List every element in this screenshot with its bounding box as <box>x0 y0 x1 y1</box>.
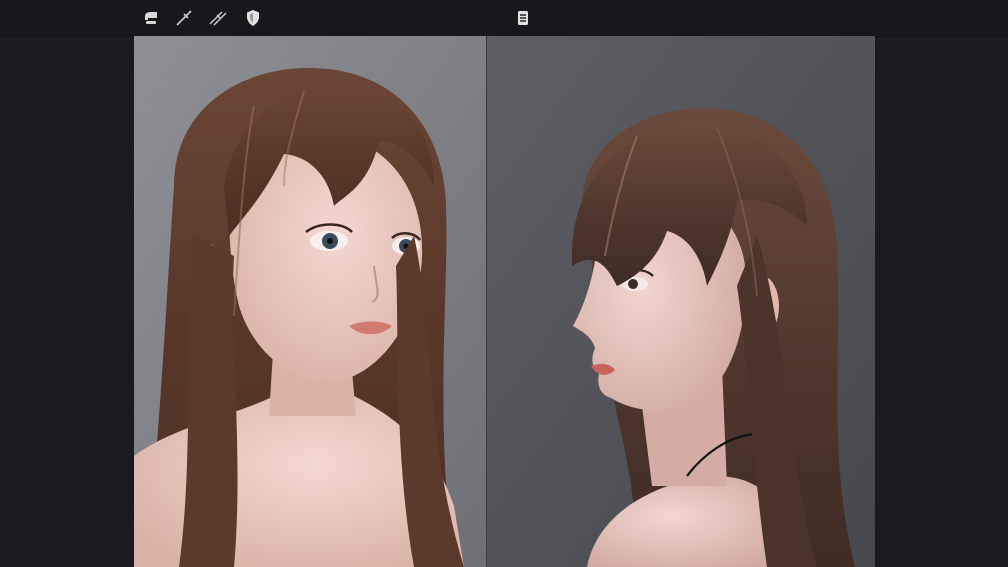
right-portrait-panel[interactable] <box>487 36 875 567</box>
shield-tool-button[interactable] <box>243 8 263 28</box>
top-toolbar <box>0 0 1008 37</box>
image-canvas[interactable] <box>134 36 875 567</box>
double-line-tool-button[interactable] <box>208 8 228 28</box>
layers-button[interactable] <box>513 8 533 28</box>
brush-tool-button[interactable] <box>141 8 161 28</box>
layers-icon <box>517 10 529 26</box>
double-line-tool-icon <box>209 9 227 27</box>
right-portrait-image <box>487 36 875 567</box>
line-tool-button[interactable] <box>174 8 194 28</box>
line-tool-icon <box>175 9 193 27</box>
left-portrait-image <box>134 36 487 567</box>
shield-icon <box>245 9 261 27</box>
left-portrait-panel[interactable] <box>134 36 487 567</box>
brush-icon <box>142 10 160 26</box>
editor-window <box>0 0 1008 567</box>
